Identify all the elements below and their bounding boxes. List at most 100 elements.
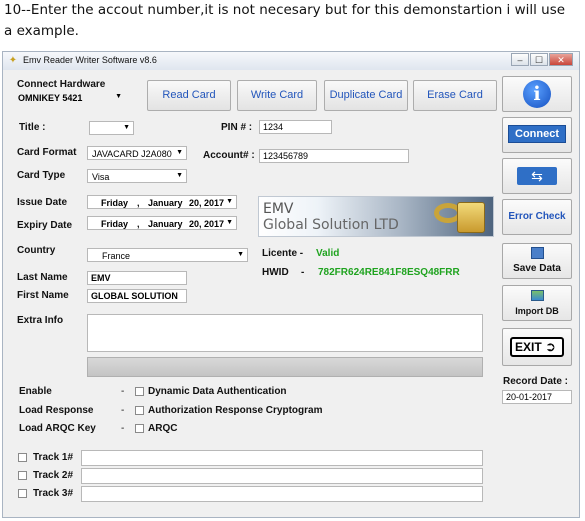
connect-button[interactable]: Connect [502, 117, 572, 153]
card-type-select[interactable]: Visa ▼ [87, 169, 187, 183]
account-label: Account# : [203, 150, 255, 161]
app-icon: ✦ [8, 55, 18, 66]
window-title: Emv Reader Writer Software v8.6 [23, 55, 157, 65]
hwid-dash: - [301, 267, 305, 278]
track-2-input[interactable] [81, 468, 483, 484]
chevron-down-icon: ▼ [115, 93, 122, 100]
error-check-label: Error Check [508, 211, 566, 222]
app-window: ✦ Emv Reader Writer Software v8.6 – ☐ ✕ … [2, 51, 580, 518]
first-name-label: First Name [17, 290, 69, 301]
pin-input[interactable]: 1234 [259, 120, 332, 134]
import-db-button[interactable]: Import DB [502, 285, 572, 321]
hardware-value: OMNIKEY 5421 [18, 93, 83, 103]
erase-card-button[interactable]: Erase Card [413, 80, 497, 111]
minimize-button[interactable]: – [511, 53, 529, 66]
arqc-checkbox[interactable] [135, 424, 144, 433]
banner-subtitle: Global Solution LTD [263, 217, 399, 233]
info-icon: i [523, 80, 551, 108]
track-3-checkbox[interactable] [18, 489, 27, 498]
info-button[interactable]: i [502, 76, 572, 112]
maximize-button[interactable]: ☐ [530, 53, 548, 66]
option-text: ARQC [148, 423, 178, 434]
track-row-1: Track 1# [3, 450, 493, 466]
extra-info-label: Extra Info [17, 315, 64, 326]
track-row-2: Track 2# [3, 468, 493, 484]
exit-sign: EXIT ➲ [510, 337, 564, 357]
issue-date-label: Issue Date [17, 197, 68, 208]
licence-label: Licente - [262, 248, 304, 259]
usb-icon: ⇆ [517, 167, 557, 185]
connect-label: Connect [508, 125, 566, 143]
chevron-down-icon: ▼ [123, 124, 130, 131]
country-select[interactable]: France ▼ [87, 248, 248, 262]
country-label: Country [17, 245, 56, 256]
banner-title: EMV [263, 201, 294, 217]
expiry-date-picker[interactable]: Friday , January 20, 2017 ▼ [87, 216, 237, 230]
issue-date-picker[interactable]: Friday , January 20, 2017 ▼ [87, 195, 237, 209]
expiry-day: Friday [101, 219, 129, 229]
option-label: Load ARQC Key [19, 423, 96, 434]
record-date-label: Record Date : [503, 376, 569, 387]
record-date-input[interactable]: 20-01-2017 [502, 390, 572, 404]
option-row-arqc: Load ARQC Key - ARQC [3, 422, 493, 436]
issue-month: January [148, 198, 183, 208]
option-text: Authorization Response Cryptogram [148, 405, 323, 416]
client-area: Connect Hardware OMNIKEY 5421 ▼ Read Car… [3, 70, 579, 517]
track-2-checkbox[interactable] [18, 471, 27, 480]
instruction-caption: 10--Enter the accout number,it is not ne… [4, 2, 566, 39]
pin-label: PIN # : [221, 122, 253, 133]
track-1-checkbox[interactable] [18, 453, 27, 462]
track-3-input[interactable] [81, 486, 483, 502]
arc-checkbox[interactable] [135, 406, 144, 415]
track-label: Track 1# [33, 452, 74, 463]
option-dash: - [121, 386, 125, 397]
first-name-input[interactable]: GLOBAL SOLUTION [87, 289, 187, 303]
title-bar: ✦ Emv Reader Writer Software v8.6 – ☐ ✕ [3, 52, 579, 71]
track-row-3: Track 3# [3, 486, 493, 502]
hwid-label: HWID [262, 267, 289, 278]
issue-day: Friday [101, 198, 129, 208]
expiry-sep: , [137, 219, 140, 229]
account-input[interactable]: 123456789 [259, 149, 409, 163]
option-label: Enable [19, 386, 52, 397]
hardware-select[interactable]: OMNIKEY 5421 ▼ [17, 91, 125, 104]
card-type-value: Visa [92, 172, 110, 182]
last-name-input[interactable]: EMV [87, 271, 187, 285]
option-row-arc: Load Response - Authorization Response C… [3, 404, 493, 418]
error-check-button[interactable]: Error Check [502, 199, 572, 235]
chip-icon [457, 202, 485, 233]
save-data-label: Save Data [513, 263, 561, 274]
card-format-value: JAVACARD J2A080 [92, 149, 172, 159]
usb-button[interactable]: ⇆ [502, 158, 572, 194]
save-data-button[interactable]: Save Data [502, 243, 572, 279]
country-value: France [102, 251, 131, 261]
expiry-month: January [148, 219, 183, 229]
write-card-button[interactable]: Write Card [237, 80, 317, 111]
title-select[interactable]: ▼ [89, 121, 134, 135]
card-type-label: Card Type [17, 170, 66, 181]
duplicate-card-button[interactable]: Duplicate Card [324, 80, 408, 111]
exit-button[interactable]: EXIT ➲ [502, 328, 572, 366]
option-label: Load Response [19, 405, 94, 416]
dda-checkbox[interactable] [135, 387, 144, 396]
emv-banner: EMV Global Solution LTD [258, 196, 494, 237]
track-label: Track 2# [33, 470, 74, 481]
issue-sep: , [137, 198, 140, 208]
last-name-label: Last Name [17, 272, 68, 283]
exit-arrow-icon: ➲ [545, 339, 556, 354]
option-dash: - [121, 423, 125, 434]
progress-bar [87, 357, 483, 377]
track-1-input[interactable] [81, 450, 483, 466]
extra-info-textarea[interactable] [87, 314, 483, 352]
close-button[interactable]: ✕ [549, 53, 573, 66]
title-label: Title : [19, 122, 46, 133]
read-card-button[interactable]: Read Card [147, 80, 231, 111]
import-db-label: Import DB [515, 306, 559, 316]
card-format-select[interactable]: JAVACARD J2A080 ▼ [87, 146, 187, 160]
chevron-down-icon: ▼ [176, 149, 183, 156]
chevron-down-icon: ▼ [237, 251, 244, 258]
expiry-date-label: Expiry Date [17, 220, 73, 231]
exit-label: EXIT [515, 340, 542, 354]
option-text: Dynamic Data Authentication [148, 386, 287, 397]
hwid-value: 782FR624RE841F8ESQ48FRR [318, 267, 460, 278]
